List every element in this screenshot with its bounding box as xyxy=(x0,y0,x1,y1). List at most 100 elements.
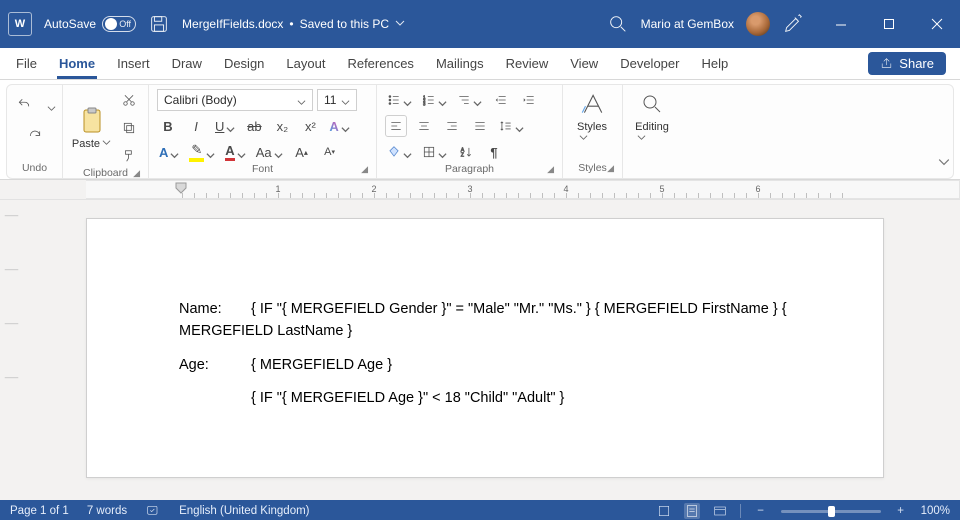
autosave-toggle[interactable]: AutoSave Off xyxy=(44,16,136,32)
dialog-launcher-icon[interactable]: ◢ xyxy=(607,163,614,174)
align-left-button[interactable] xyxy=(385,115,407,137)
indent-marker-icon[interactable] xyxy=(174,181,188,199)
save-icon[interactable] xyxy=(148,13,170,35)
zoom-slider[interactable] xyxy=(781,510,881,513)
ruler-tick xyxy=(254,193,255,198)
italic-button[interactable]: I xyxy=(185,115,207,137)
change-case-button[interactable]: Aa xyxy=(254,141,285,163)
borders-button[interactable] xyxy=(420,141,449,163)
horizontal-ruler[interactable]: 123456 xyxy=(0,180,960,200)
tab-file[interactable]: File xyxy=(14,48,39,79)
share-button[interactable]: Share xyxy=(868,52,946,75)
maximize-button[interactable] xyxy=(874,9,904,39)
tab-help[interactable]: Help xyxy=(699,48,730,79)
tab-developer[interactable]: Developer xyxy=(618,48,681,79)
font-name-select[interactable]: Calibri (Body) xyxy=(157,89,313,111)
document-line[interactable]: Age:{ MERGEFIELD Age } xyxy=(179,355,791,377)
zoom-level[interactable]: 100% xyxy=(921,505,950,517)
tab-insert[interactable]: Insert xyxy=(115,48,152,79)
user-avatar-icon[interactable] xyxy=(746,12,770,36)
font-size-select[interactable]: 11 xyxy=(317,89,357,111)
align-right-button[interactable] xyxy=(441,115,463,137)
ruler-tick xyxy=(290,193,291,198)
tab-view[interactable]: View xyxy=(568,48,600,79)
ruler-tick xyxy=(794,193,795,198)
format-painter-button[interactable] xyxy=(118,145,140,167)
text-effects-button[interactable]: A xyxy=(327,115,351,137)
show-marks-button[interactable]: ¶ xyxy=(483,141,505,163)
highlight-button[interactable]: ✎ xyxy=(187,141,217,163)
numbering-button[interactable]: 123 xyxy=(420,89,449,111)
sort-button[interactable]: AZ xyxy=(455,141,477,163)
user-name[interactable]: Mario at GemBox xyxy=(641,17,734,31)
editing-button[interactable]: Editing xyxy=(631,89,673,145)
vertical-ruler[interactable]: ———— xyxy=(0,200,22,500)
subscript-button[interactable]: x₂ xyxy=(271,115,293,137)
ruler-tick xyxy=(446,193,447,198)
document-line[interactable]: { IF "{ MERGEFIELD Age }" < 18 "Child" "… xyxy=(179,388,791,410)
chevron-down-icon xyxy=(206,148,215,157)
chevron-down-icon xyxy=(395,17,405,31)
document-viewport[interactable]: Name:{ IF "{ MERGEFIELD Gender }" = "Mal… xyxy=(22,200,960,500)
ruler-tick xyxy=(518,193,519,198)
focus-mode-icon[interactable] xyxy=(656,503,672,519)
tab-layout[interactable]: Layout xyxy=(284,48,327,79)
zoom-in-button[interactable]: + xyxy=(893,503,909,519)
tab-home[interactable]: Home xyxy=(57,48,97,79)
decrease-indent-button[interactable] xyxy=(490,89,512,111)
toggle-switch-icon[interactable]: Off xyxy=(102,16,136,32)
grow-font-button[interactable]: A▴ xyxy=(291,141,313,163)
paste-button[interactable]: Paste xyxy=(71,89,112,167)
document-line[interactable]: Name:{ IF "{ MERGEFIELD Gender }" = "Mal… xyxy=(179,299,791,343)
dialog-launcher-icon[interactable]: ◢ xyxy=(361,164,368,175)
spellcheck-icon[interactable] xyxy=(145,503,161,519)
strikethrough-button[interactable]: ab xyxy=(243,115,265,137)
page-count[interactable]: Page 1 of 1 xyxy=(10,505,69,517)
align-center-button[interactable] xyxy=(413,115,435,137)
tab-draw[interactable]: Draw xyxy=(170,48,204,79)
close-button[interactable] xyxy=(922,9,952,39)
copy-button[interactable] xyxy=(118,117,140,139)
tab-references[interactable]: References xyxy=(345,48,415,79)
ruler-tick xyxy=(494,193,495,198)
font-color-button[interactable]: A xyxy=(223,141,247,163)
search-icon[interactable] xyxy=(607,13,629,35)
increase-indent-button[interactable] xyxy=(518,89,540,111)
minimize-button[interactable] xyxy=(826,9,856,39)
line-spacing-button[interactable] xyxy=(497,115,526,137)
ribbon: Undo Paste Clipboard◢ Calibri (Bod xyxy=(0,80,960,180)
print-layout-icon[interactable] xyxy=(684,503,700,519)
font-color-a-button[interactable]: A xyxy=(157,141,181,163)
shading-button[interactable] xyxy=(385,141,414,163)
collapse-ribbon-button[interactable] xyxy=(938,155,950,173)
cut-button[interactable] xyxy=(118,89,140,111)
dialog-launcher-icon[interactable]: ◢ xyxy=(133,168,140,179)
repeat-button[interactable] xyxy=(24,125,46,147)
chevron-down-icon xyxy=(274,148,283,157)
undo-button[interactable] xyxy=(13,93,35,115)
ruler-tick xyxy=(458,193,459,198)
tab-mailings[interactable]: Mailings xyxy=(434,48,486,79)
document-title[interactable]: MergeIfFields.docx • Saved to this PC xyxy=(182,17,405,31)
tab-review[interactable]: Review xyxy=(504,48,551,79)
pen-mode-icon[interactable] xyxy=(782,13,804,35)
superscript-button[interactable]: x² xyxy=(299,115,321,137)
underline-button[interactable]: U xyxy=(213,115,237,137)
justify-button[interactable] xyxy=(469,115,491,137)
ruler-tick xyxy=(578,193,579,198)
word-count[interactable]: 7 words xyxy=(87,505,127,517)
ruler-tick xyxy=(350,193,351,198)
styles-button[interactable]: Styles xyxy=(571,89,613,145)
web-layout-icon[interactable] xyxy=(712,503,728,519)
bold-button[interactable]: B xyxy=(157,115,179,137)
chevron-down-icon[interactable] xyxy=(47,100,56,109)
dialog-launcher-icon[interactable]: ◢ xyxy=(547,164,554,175)
multilevel-list-button[interactable] xyxy=(455,89,484,111)
chevron-down-icon xyxy=(515,122,524,131)
document-page[interactable]: Name:{ IF "{ MERGEFIELD Gender }" = "Mal… xyxy=(86,218,884,478)
language-status[interactable]: English (United Kingdom) xyxy=(179,505,309,517)
tab-design[interactable]: Design xyxy=(222,48,266,79)
bullets-button[interactable] xyxy=(385,89,414,111)
shrink-font-button[interactable]: A▾ xyxy=(319,141,341,163)
zoom-out-button[interactable]: − xyxy=(753,503,769,519)
